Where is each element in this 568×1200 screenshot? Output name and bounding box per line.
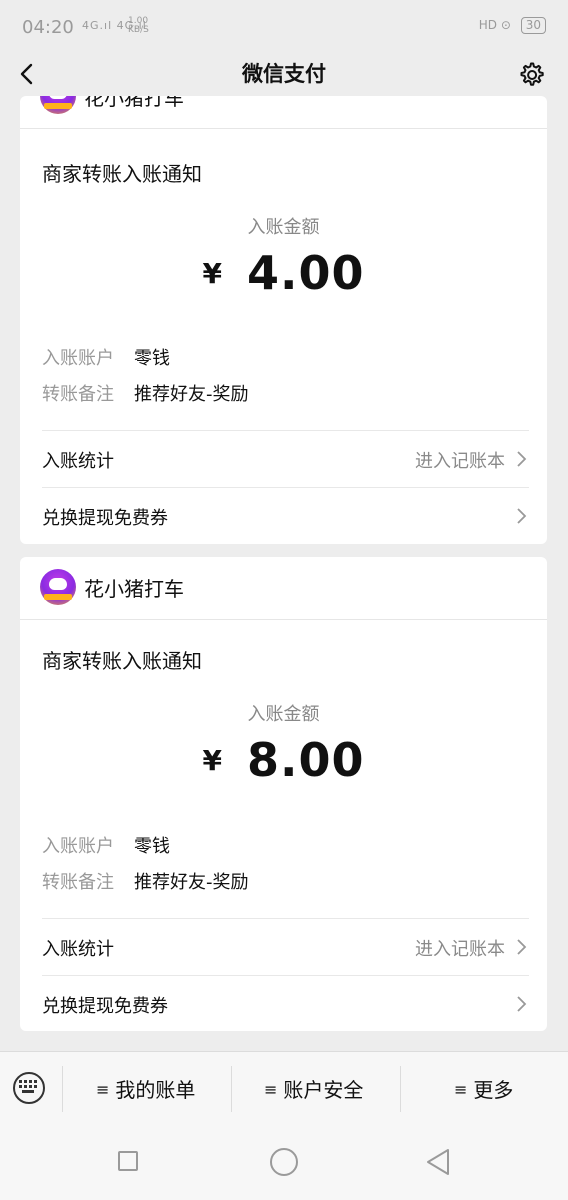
merchant-logo [40,569,76,605]
status-time: 04:20 [22,17,74,38]
gear-icon[interactable] [516,60,546,90]
amount-value: ¥8.00 [20,733,547,787]
exchange-row[interactable]: 兑换提现免费券 [42,487,529,544]
menu-label: 更多 [473,1078,514,1102]
battery-icon: 30 [520,17,546,34]
merchant-header[interactable]: 花小猪打车 [20,96,547,129]
amount-number: 4.00 [246,246,365,300]
merchant-name: 花小猪打车 [84,577,184,601]
exchange-label: 兑换提现免费券 [42,508,168,529]
amount-label: 入账金额 [247,217,320,238]
stats-row[interactable]: 入账统计 进入记账本 [42,430,529,487]
menu-label: 账户安全 [283,1078,364,1102]
nav-bar: 微信支付 [0,52,568,98]
status-right: HD ⊙ 30 [479,17,546,34]
menu-divider [231,1066,232,1112]
currency-symbol: ¥ [202,257,223,290]
exchange-label: 兑换提现免费券 [42,996,168,1017]
remark-value: 推荐好友-奖励 [134,872,249,893]
stats-link[interactable]: 进入记账本 [415,935,505,961]
chevron-right-icon [517,939,527,955]
menu-account-security[interactable]: ≡ 账户安全 [264,1074,363,1103]
merchant-logo [40,96,76,114]
stats-link[interactable]: 进入记账本 [415,447,505,473]
account-label: 入账账户 [42,836,114,857]
remark-label: 转账备注 [42,872,114,893]
page-title: 微信支付 [242,62,326,86]
menu-my-bills[interactable]: ≡ 我的账单 [96,1074,195,1103]
merchant-name: 花小猪打车 [84,96,184,110]
remark-value: 推荐好友-奖励 [134,384,249,405]
network-speed: 1.00 KB/S [128,17,149,35]
menu-label: 我的账单 [115,1078,196,1102]
status-bar: 04:20 4G.ıl 4G.ıl 1.00 KB/S HD ⊙ 30 [0,0,568,52]
chevron-right-icon [517,996,527,1012]
exchange-row[interactable]: 兑换提现免费券 [42,975,529,1032]
account-value: 零钱 [134,836,170,857]
chevron-right-icon [517,508,527,524]
bottom-menu: ≡ 我的账单 ≡ 账户安全 ≡ 更多 [0,1051,568,1126]
remark-label: 转账备注 [42,384,114,405]
account-row: 入账账户 零钱 [42,832,170,858]
recent-apps-icon[interactable] [118,1151,138,1171]
network-speed-unit: KB/S [128,25,149,35]
menu-icon: ≡ [454,1080,468,1099]
stats-row[interactable]: 入账统计 进入记账本 [42,918,529,975]
stats-label: 入账统计 [42,451,114,472]
menu-divider [400,1066,401,1112]
back-triangle-icon[interactable] [424,1147,452,1177]
account-row: 入账账户 零钱 [42,344,170,370]
notice-title: 商家转账入账通知 [42,649,202,673]
transfer-card: 花小猪打车 商家转账入账通知 入账金额 ¥4.00 入账账户 零钱 转账备注 推荐好… [20,96,547,544]
stats-label: 入账统计 [42,939,114,960]
remark-row: 转账备注 推荐好友-奖励 [42,380,249,406]
keyboard-icon[interactable] [13,1072,45,1104]
amount-label: 入账金额 [247,704,320,725]
transfer-card: 花小猪打车 商家转账入账通知 入账金额 ¥8.00 入账账户 零钱 转账备注 推荐好… [20,557,547,1031]
menu-more[interactable]: ≡ 更多 [454,1074,513,1103]
account-value: 零钱 [134,348,170,369]
merchant-header[interactable]: 花小猪打车 [20,557,547,620]
system-nav [0,1125,568,1200]
currency-symbol: ¥ [202,744,223,777]
chevron-right-icon [517,451,527,467]
menu-icon: ≡ [96,1080,110,1099]
amount-number: 8.00 [246,733,365,787]
remark-row: 转账备注 推荐好友-奖励 [42,868,249,894]
home-icon[interactable] [270,1148,298,1176]
hd-icon: HD ⊙ [478,18,511,32]
notice-title: 商家转账入账通知 [42,162,202,186]
menu-divider [62,1066,63,1112]
menu-icon: ≡ [264,1080,278,1099]
account-label: 入账账户 [42,348,114,369]
amount-value: ¥4.00 [20,246,547,300]
